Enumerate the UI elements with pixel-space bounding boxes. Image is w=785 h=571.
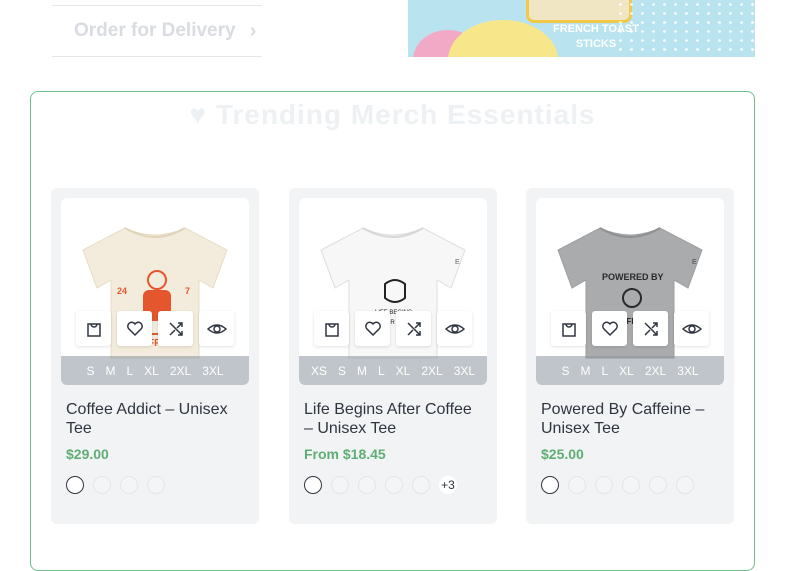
product-price: $29.00: [66, 446, 109, 462]
size-option[interactable]: S: [86, 364, 94, 378]
wishlist-button[interactable]: [592, 311, 627, 346]
section-title-text: Trending Merch Essentials: [215, 99, 596, 130]
size-option[interactable]: 3XL: [677, 364, 698, 378]
size-option[interactable]: 2XL: [170, 364, 191, 378]
color-swatch[interactable]: [541, 476, 559, 494]
compare-icon: [168, 321, 183, 336]
size-option[interactable]: 2XL: [645, 364, 666, 378]
banner-label-line1: FRENCH TOAST: [553, 23, 639, 35]
add-to-cart-button[interactable]: [551, 311, 586, 346]
star-icon: ♥: [189, 99, 216, 130]
size-options: S M L XL 2XL 3XL: [536, 356, 724, 385]
color-swatch[interactable]: [622, 476, 640, 494]
svg-text:POWERED BY: POWERED BY: [602, 272, 664, 282]
size-options: XS S M L XL 2XL 3XL: [299, 356, 487, 385]
size-option[interactable]: XL: [144, 364, 159, 378]
quick-actions: [536, 311, 724, 346]
size-option[interactable]: L: [378, 364, 385, 378]
heart-icon: [126, 321, 143, 336]
product-image[interactable]: POWERED BY CAFFEINE E S M L XL 2XL 3XL: [536, 198, 724, 385]
compare-button[interactable]: [396, 311, 431, 346]
add-to-cart-button[interactable]: [76, 311, 111, 346]
svg-text:7: 7: [185, 286, 190, 296]
size-option[interactable]: S: [338, 364, 346, 378]
size-option[interactable]: M: [105, 364, 115, 378]
color-swatch[interactable]: [412, 476, 430, 494]
quick-actions: [61, 311, 249, 346]
product-image[interactable]: LIFE BEGINS AFTER COFFEE E XS: [299, 198, 487, 385]
product-image[interactable]: 24 7 COFFEE S M L XL 2XL 3XL: [61, 198, 249, 385]
product-name[interactable]: Coffee Addict – Unisex Tee: [66, 400, 246, 438]
eye-icon: [681, 323, 702, 334]
more-colors-badge[interactable]: +3: [439, 476, 457, 494]
promo-banner[interactable]: FRENCH TOAST STICKS: [408, 0, 755, 57]
size-option[interactable]: L: [601, 364, 608, 378]
size-option[interactable]: L: [126, 364, 133, 378]
color-swatch[interactable]: [649, 476, 667, 494]
color-swatch[interactable]: [147, 476, 165, 494]
bag-icon: [561, 322, 576, 337]
svg-text:E: E: [692, 259, 697, 266]
product-name[interactable]: Powered By Caffeine – Unisex Tee: [541, 400, 721, 438]
size-options: S M L XL 2XL 3XL: [61, 356, 249, 385]
product-price: From $18.45: [304, 446, 386, 462]
order-for-delivery-label: Order for Delivery: [74, 20, 236, 41]
heart-icon: [364, 321, 381, 336]
svg-text:E: E: [455, 259, 460, 266]
size-option[interactable]: 3XL: [454, 364, 475, 378]
color-swatch[interactable]: [66, 476, 84, 494]
color-swatches: [66, 476, 165, 494]
product-card[interactable]: POWERED BY CAFFEINE E S M L XL 2XL 3XL P…: [526, 188, 734, 524]
product-card[interactable]: LIFE BEGINS AFTER COFFEE E XS: [289, 188, 497, 524]
color-swatch[interactable]: [304, 476, 322, 494]
product-card[interactable]: 24 7 COFFEE S M L XL 2XL 3XL Coffee Addi…: [51, 188, 259, 524]
wishlist-button[interactable]: [355, 311, 390, 346]
add-to-cart-button[interactable]: [314, 311, 349, 346]
color-swatches: [541, 476, 694, 494]
section-title: ♥ Trending Merch Essentials: [31, 99, 754, 131]
color-swatch[interactable]: [358, 476, 376, 494]
quick-actions: [299, 311, 487, 346]
color-swatches: +3: [304, 476, 457, 494]
size-option[interactable]: XL: [396, 364, 411, 378]
product-name[interactable]: Life Begins After Coffee – Unisex Tee: [304, 400, 484, 438]
quick-view-button[interactable]: [674, 311, 709, 346]
color-swatch[interactable]: [385, 476, 403, 494]
heart-icon: [601, 321, 618, 336]
compare-icon: [643, 321, 658, 336]
size-option[interactable]: 2XL: [421, 364, 442, 378]
compare-button[interactable]: [633, 311, 668, 346]
quick-view-button[interactable]: [199, 311, 234, 346]
size-option[interactable]: S: [561, 364, 569, 378]
color-swatch[interactable]: [676, 476, 694, 494]
color-swatch[interactable]: [120, 476, 138, 494]
color-swatch[interactable]: [595, 476, 613, 494]
wishlist-button[interactable]: [117, 311, 152, 346]
color-swatch[interactable]: [331, 476, 349, 494]
merch-section: ♥ Trending Merch Essentials 24 7 COFFEE: [30, 91, 755, 571]
eye-icon: [206, 323, 227, 334]
order-for-delivery-link[interactable]: Order for Delivery ›: [52, 5, 262, 57]
size-option[interactable]: M: [580, 364, 590, 378]
banner-label: FRENCH TOAST STICKS: [536, 22, 656, 52]
color-swatch[interactable]: [568, 476, 586, 494]
bag-icon: [324, 322, 339, 337]
banner-label-line2: STICKS: [575, 38, 617, 50]
size-option[interactable]: XL: [619, 364, 634, 378]
bag-icon: [86, 322, 101, 337]
compare-icon: [406, 321, 421, 336]
quick-view-button[interactable]: [437, 311, 472, 346]
size-option[interactable]: 3XL: [202, 364, 223, 378]
svg-text:24: 24: [117, 286, 127, 296]
size-option[interactable]: XS: [311, 364, 327, 378]
eye-icon: [444, 323, 465, 334]
color-swatch[interactable]: [93, 476, 111, 494]
product-price: $25.00: [541, 446, 584, 462]
compare-button[interactable]: [158, 311, 193, 346]
size-option[interactable]: M: [357, 364, 367, 378]
chevron-right-icon: ›: [249, 19, 257, 42]
